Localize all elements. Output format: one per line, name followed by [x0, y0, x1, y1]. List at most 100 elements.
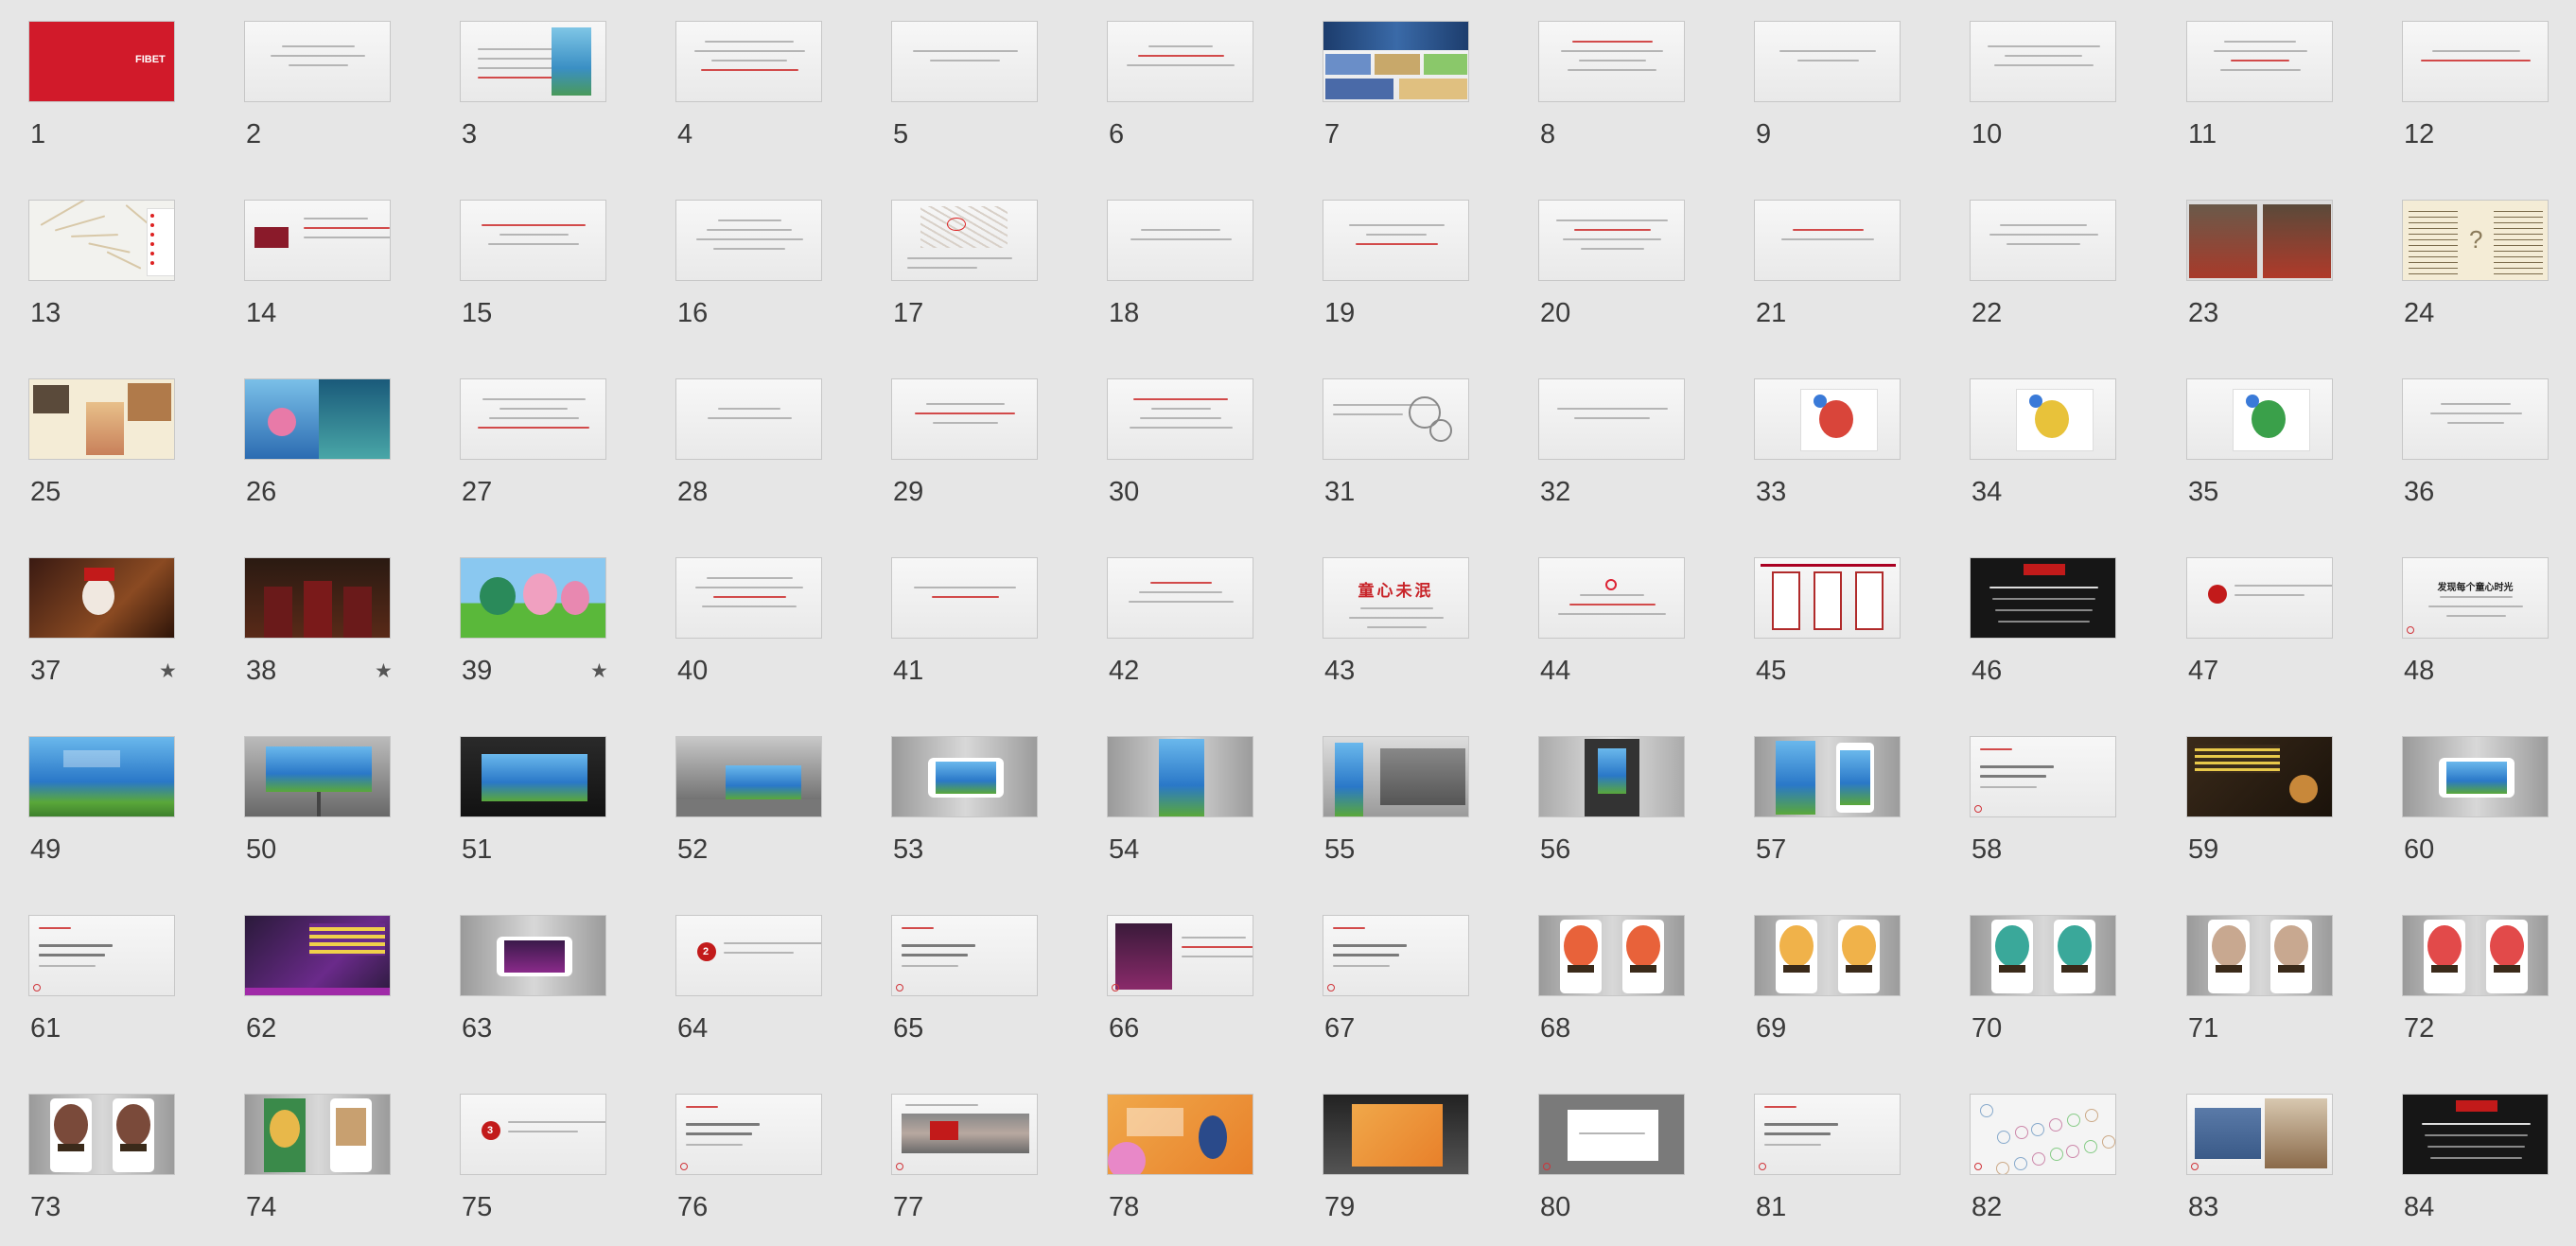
slide-item[interactable]: 73 [28, 1094, 245, 1236]
slide-item[interactable]: 35 [2186, 378, 2403, 520]
slide-thumbnail[interactable] [1323, 915, 1469, 996]
slide-thumbnail[interactable] [244, 21, 391, 102]
slide-item[interactable]: 47 [2186, 557, 2403, 699]
slide-thumbnail[interactable] [891, 21, 1038, 102]
slide-thumbnail[interactable] [675, 1094, 822, 1175]
slide-item[interactable]: 18 [1107, 200, 1323, 342]
slide-item[interactable]: 54 [1107, 736, 1323, 878]
slide-item[interactable]: 17 [891, 200, 1108, 342]
slide-item[interactable]: 82 [1970, 1094, 2186, 1236]
slide-thumbnail[interactable] [1970, 21, 2116, 102]
slide-thumbnail[interactable] [28, 915, 175, 996]
slide-item[interactable]: 58 [1970, 736, 2186, 878]
slide-item[interactable]: 26 [244, 378, 461, 520]
slide-thumbnail[interactable] [244, 378, 391, 460]
slide-thumbnail[interactable] [1538, 557, 1685, 639]
slide-item[interactable]: 3 75 [460, 1094, 676, 1236]
slide-item[interactable]: 40 [675, 557, 892, 699]
slide-item[interactable]: 57 [1754, 736, 1971, 878]
slide-item[interactable]: 51 [460, 736, 676, 878]
slide-thumbnail[interactable] [1107, 557, 1253, 639]
slide-item[interactable]: 7 [1323, 21, 1539, 163]
slide-item[interactable]: 42 [1107, 557, 1323, 699]
slide-thumbnail[interactable] [2402, 736, 2549, 817]
slide-thumbnail[interactable] [1107, 200, 1253, 281]
slide-thumbnail[interactable]: ? [2402, 200, 2549, 281]
slide-item[interactable]: 14 [244, 200, 461, 342]
slide-thumbnail[interactable] [1754, 915, 1901, 996]
slide-item[interactable]: 83 [2186, 1094, 2403, 1236]
slide-item[interactable]: 22 [1970, 200, 2186, 342]
slide-item[interactable]: 25 [28, 378, 245, 520]
slide-thumbnail[interactable] [1538, 200, 1685, 281]
slide-item[interactable]: 38 ★ [244, 557, 461, 699]
slide-thumbnail[interactable] [1538, 378, 1685, 460]
slide-item[interactable]: 16 [675, 200, 892, 342]
slide-thumbnail[interactable] [1970, 915, 2116, 996]
slide-item[interactable]: 12 [2402, 21, 2576, 163]
slide-thumbnail[interactable] [28, 736, 175, 817]
slide-thumbnail[interactable] [2402, 21, 2549, 102]
slide-thumbnail[interactable] [1970, 557, 2116, 639]
slide-thumbnail[interactable] [2186, 378, 2333, 460]
slide-item[interactable]: 77 [891, 1094, 1108, 1236]
slide-thumbnail[interactable] [891, 378, 1038, 460]
slide-thumbnail[interactable] [1107, 21, 1253, 102]
slide-item[interactable]: 67 [1323, 915, 1539, 1057]
slide-thumbnail[interactable]: FIBET [28, 21, 175, 102]
slide-thumbnail[interactable] [1323, 736, 1469, 817]
slide-item[interactable]: 78 [1107, 1094, 1323, 1236]
slide-item[interactable]: 68 [1538, 915, 1755, 1057]
slide-item[interactable]: FIBET 1 [28, 21, 245, 163]
slide-item[interactable]: 65 [891, 915, 1108, 1057]
slide-thumbnail[interactable] [1754, 21, 1901, 102]
slide-item[interactable]: 66 [1107, 915, 1323, 1057]
slide-item[interactable]: 4 [675, 21, 892, 163]
slide-item[interactable]: 29 [891, 378, 1108, 520]
slide-thumbnail[interactable] [1754, 557, 1901, 639]
slide-thumbnail[interactable] [1538, 915, 1685, 996]
slide-item[interactable]: 80 [1538, 1094, 1755, 1236]
slide-item[interactable]: 45 [1754, 557, 1971, 699]
slide-thumbnail[interactable] [1107, 378, 1253, 460]
slide-item[interactable]: 61 [28, 915, 245, 1057]
slide-thumbnail[interactable] [675, 21, 822, 102]
slide-thumbnail[interactable] [1538, 21, 1685, 102]
slide-item[interactable]: 69 [1754, 915, 1971, 1057]
slide-item[interactable]: 37 ★ [28, 557, 245, 699]
slide-item[interactable]: 60 [2402, 736, 2576, 878]
slide-thumbnail[interactable] [891, 557, 1038, 639]
slide-item[interactable]: 6 [1107, 21, 1323, 163]
slide-thumbnail[interactable] [1754, 1094, 1901, 1175]
slide-thumbnail[interactable] [2186, 200, 2333, 281]
slide-thumbnail[interactable] [891, 736, 1038, 817]
slide-thumbnail[interactable] [1538, 1094, 1685, 1175]
slide-item[interactable]: 32 [1538, 378, 1755, 520]
slide-thumbnail[interactable] [1323, 1094, 1469, 1175]
slide-thumbnail[interactable] [28, 557, 175, 639]
slide-thumbnail[interactable] [675, 200, 822, 281]
slide-item[interactable]: 8 [1538, 21, 1755, 163]
slide-item[interactable]: 19 [1323, 200, 1539, 342]
slide-thumbnail[interactable] [244, 736, 391, 817]
slide-item[interactable]: 30 [1107, 378, 1323, 520]
slide-thumbnail[interactable] [2402, 915, 2549, 996]
slide-item[interactable]: 71 [2186, 915, 2403, 1057]
slide-thumbnail[interactable] [891, 200, 1038, 281]
slide-item[interactable]: 52 [675, 736, 892, 878]
slide-item[interactable]: 27 [460, 378, 676, 520]
slide-item[interactable]: 50 [244, 736, 461, 878]
slide-item[interactable]: 2 [244, 21, 461, 163]
slide-thumbnail[interactable] [891, 915, 1038, 996]
slide-thumbnail[interactable] [460, 557, 606, 639]
slide-item[interactable]: 56 [1538, 736, 1755, 878]
slide-thumbnail[interactable] [28, 200, 175, 281]
slide-thumbnail[interactable] [244, 557, 391, 639]
slide-item[interactable]: 63 [460, 915, 676, 1057]
slide-item[interactable]: 33 [1754, 378, 1971, 520]
slide-item[interactable]: 15 [460, 200, 676, 342]
slide-thumbnail[interactable] [1754, 200, 1901, 281]
slide-item[interactable]: 44 [1538, 557, 1755, 699]
slide-thumbnail[interactable] [460, 21, 606, 102]
slide-thumbnail[interactable] [460, 736, 606, 817]
